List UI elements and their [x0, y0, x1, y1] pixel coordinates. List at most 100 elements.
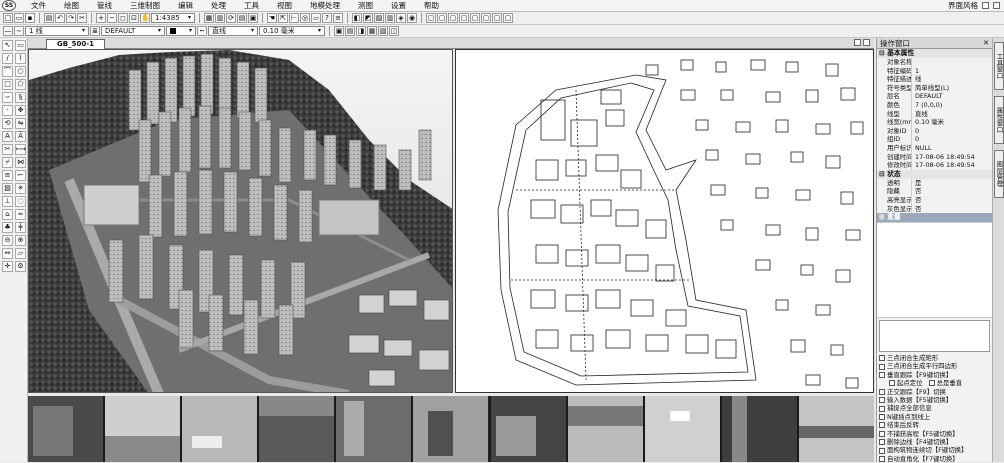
attribute-icon[interactable]: ≡	[333, 13, 343, 23]
option-check[interactable]: 输入数据【F5键切换】	[877, 396, 992, 404]
tool-g-icon[interactable]: ▢	[492, 13, 502, 23]
road-icon[interactable]: ═	[15, 209, 26, 220]
tool-e-icon[interactable]: ▢	[470, 13, 480, 23]
zoom-extent-icon[interactable]: ⊡	[129, 13, 139, 23]
camera-icon[interactable]: ◉	[407, 13, 417, 23]
props-a-icon[interactable]: ▣	[334, 26, 344, 36]
hatch-icon[interactable]: ▨	[2, 183, 13, 194]
rotate-icon[interactable]: ⟲	[2, 118, 13, 129]
tool-a-icon[interactable]: ▢	[426, 13, 436, 23]
color-icon[interactable]: ◩	[363, 13, 373, 23]
checkbox[interactable]	[879, 355, 885, 362]
prop-row[interactable]: 用户标识 NULL	[877, 143, 992, 153]
menu-3d[interactable]: 三维制图	[121, 0, 169, 11]
fence-icon[interactable]: ╪	[15, 222, 26, 233]
layer-properties-icon[interactable]: ≣	[90, 26, 100, 36]
option-check[interactable]: 垂直跟踪【F9键切换】	[877, 371, 992, 379]
building-draw-icon[interactable]: ⌂	[2, 209, 13, 220]
photo-thumbnail[interactable]	[105, 396, 181, 462]
dock-tab-layers[interactable]: 图层管理	[994, 150, 1004, 198]
area-icon[interactable]: ▱	[311, 13, 321, 23]
photo-thumbnail[interactable]	[413, 396, 489, 462]
tool-h-icon[interactable]: ▢	[503, 13, 513, 23]
tool-b-icon[interactable]: ▢	[437, 13, 447, 23]
undo-icon[interactable]: ↶	[55, 13, 65, 23]
polyline-icon[interactable]: ⌇	[15, 53, 26, 64]
section-highlight[interactable]: ⊞ 重量	[877, 213, 992, 223]
prop-row[interactable]: 线宽(mm)0.10 毫米	[877, 118, 992, 127]
pan-icon[interactable]: ✋	[140, 13, 150, 23]
checkbox[interactable]	[879, 363, 885, 370]
layer-combo[interactable]: DEFAULT ▾	[101, 26, 165, 36]
prop-row[interactable]: 符号类型 简单线型(L)	[877, 83, 992, 93]
menu-settings[interactable]: 设置	[382, 0, 415, 11]
prop-row[interactable]: 创建时间 17-08-06 18:49:54	[877, 152, 992, 162]
color-combo[interactable]: ▾	[166, 26, 196, 36]
measure-area-icon[interactable]: ▱	[15, 248, 26, 259]
circle-icon[interactable]: ○	[15, 66, 26, 77]
3d-model-view[interactable]	[28, 49, 453, 393]
prop-row[interactable]: 修改时间 17-08-06 18:49:54	[877, 161, 992, 170]
snap-point-icon[interactable]: ✛	[2, 261, 13, 272]
layout-icon[interactable]: ▥	[215, 13, 225, 23]
break-icon[interactable]: ⌿	[2, 157, 13, 168]
open-folder-icon[interactable]: ▭	[14, 13, 24, 23]
close-panel-icon[interactable]: ✕	[983, 38, 989, 49]
option-check[interactable]: N键插点到线上	[877, 413, 992, 421]
fillet-icon[interactable]: ⌐	[15, 170, 26, 181]
refresh-icon[interactable]: ⟳	[226, 13, 236, 23]
prop-row[interactable]: 透明 是	[877, 178, 992, 188]
line-tool-icon[interactable]: —	[3, 26, 13, 36]
text-icon[interactable]: A	[2, 131, 13, 142]
select-box-icon[interactable]: ▭	[15, 40, 26, 51]
node-icon[interactable]: ⊕	[15, 235, 26, 246]
menu-draw[interactable]: 绘图	[55, 0, 88, 11]
checkbox[interactable]	[889, 380, 895, 387]
layer-icon[interactable]: ◧	[352, 13, 362, 23]
curve-tool-icon[interactable]: ∼	[14, 26, 24, 36]
cut-icon[interactable]: ✂	[77, 13, 87, 23]
props-e-icon[interactable]: ▧	[378, 26, 388, 36]
width-combo[interactable]: 0.10 毫米 ▾	[259, 26, 325, 36]
hand-icon[interactable]: ☚	[267, 13, 277, 23]
select-icon[interactable]: ⇱	[278, 13, 288, 23]
symbol-icon[interactable]: ✳	[15, 183, 26, 194]
option-check[interactable]: 结束后反转	[877, 421, 992, 429]
close-icon[interactable]	[993, 2, 1000, 9]
props-b-icon[interactable]: ▤	[345, 26, 355, 36]
photo-thumbnail[interactable]	[490, 396, 566, 462]
edit-text-icon[interactable]: Ā	[15, 131, 26, 142]
menu-tools[interactable]: 工具	[235, 0, 268, 11]
redo-icon[interactable]: ↷	[66, 13, 76, 23]
prop-row[interactable]: 特征编码 1	[877, 66, 992, 76]
checkbox[interactable]	[879, 439, 885, 446]
prop-row[interactable]: 组ID 0	[877, 135, 992, 144]
move-icon[interactable]: ✥	[15, 105, 26, 116]
mirror-icon[interactable]: ⇋	[15, 118, 26, 129]
option-check[interactable]: 起点定位 总是垂直	[877, 379, 992, 387]
new-file-icon[interactable]: □	[3, 13, 13, 23]
print-icon[interactable]: ▤	[44, 13, 54, 23]
spline-icon[interactable]: §	[15, 92, 26, 103]
props-d-icon[interactable]: ▦	[367, 26, 377, 36]
photo-thumbnail[interactable]	[721, 396, 797, 462]
curve-icon[interactable]: ∽	[2, 92, 13, 103]
contour-icon[interactable]: ◌	[15, 196, 26, 207]
menu-file[interactable]: 文件	[22, 0, 55, 11]
checkbox[interactable]	[879, 405, 885, 412]
zoom-in-icon[interactable]: +	[96, 13, 106, 23]
dock-tab-properties[interactable]: 属性窗口	[994, 96, 1004, 144]
prop-row[interactable]: 高亮显示否	[877, 195, 992, 205]
linetype-icon[interactable]: ┅	[197, 26, 207, 36]
photo-thumbnail[interactable]	[259, 396, 335, 462]
join-icon[interactable]: ⋈	[15, 157, 26, 168]
menu-help[interactable]: 帮助	[415, 0, 448, 11]
props-c-icon[interactable]: ◨	[356, 26, 366, 36]
model-icon[interactable]: ◈	[396, 13, 406, 23]
linetype-combo[interactable]: 直线 ▾	[208, 26, 258, 36]
section-status[interactable]: ⊟ 状态	[877, 169, 992, 179]
photo-thumbnail[interactable]	[182, 396, 258, 462]
theme-label[interactable]: 界面风格	[948, 0, 978, 11]
menu-pipeline[interactable]: 管线	[88, 0, 121, 11]
tool-c-icon[interactable]: ▢	[448, 13, 458, 23]
